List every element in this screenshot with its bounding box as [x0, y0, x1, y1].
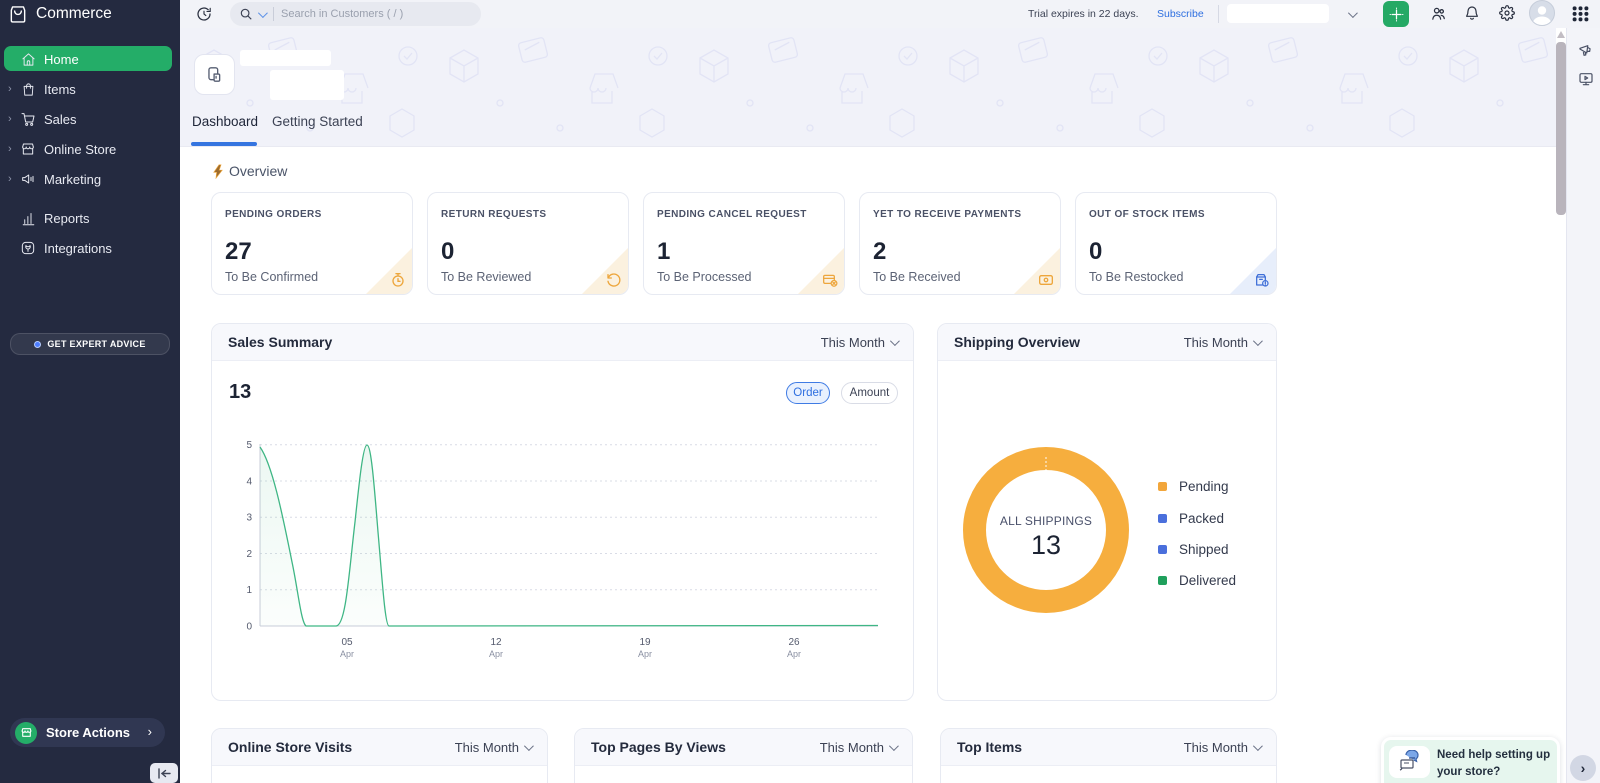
svg-text:3: 3 — [246, 513, 252, 524]
svg-text:Apr: Apr — [638, 649, 652, 659]
svg-text:Apr: Apr — [787, 649, 801, 659]
svg-text:0: 0 — [246, 622, 252, 633]
svg-text:1: 1 — [246, 585, 252, 596]
svg-text:12: 12 — [490, 637, 502, 648]
svg-text:Apr: Apr — [340, 649, 354, 659]
svg-text:Apr: Apr — [489, 649, 503, 659]
svg-text:05: 05 — [341, 637, 353, 648]
svg-text:4: 4 — [246, 477, 252, 488]
svg-text:5: 5 — [246, 440, 252, 451]
svg-text:19: 19 — [639, 637, 651, 648]
svg-text:26: 26 — [788, 637, 800, 648]
svg-text:2: 2 — [246, 549, 252, 560]
